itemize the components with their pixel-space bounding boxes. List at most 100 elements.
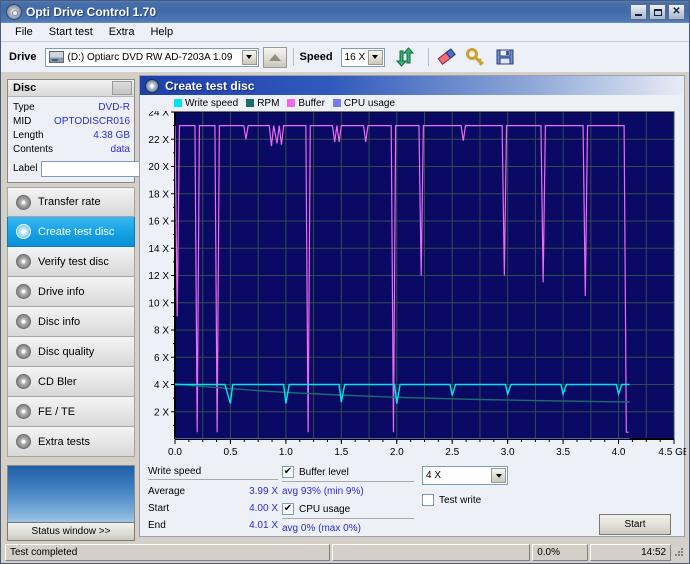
stat-key: Start: [148, 503, 170, 514]
status-preview-panel: [7, 465, 135, 530]
svg-text:2 X: 2 X: [154, 407, 169, 418]
progress-percent: 0.0%: [532, 543, 588, 561]
svg-text:16 X: 16 X: [148, 217, 169, 228]
disc-row-key: Length: [13, 130, 44, 141]
disc-icon: [16, 314, 31, 329]
drive-select-value: (D:) Optiarc DVD RW AD-7203A 1.09: [67, 51, 233, 63]
menu-item-help[interactable]: Help: [142, 24, 181, 40]
sidebar-item-label: Transfer rate: [38, 196, 101, 208]
key-button[interactable]: [464, 46, 489, 69]
sidebar-item-cd-bler[interactable]: CD Bler: [7, 367, 135, 397]
chevron-down-icon[interactable]: [491, 468, 506, 483]
start-button[interactable]: Start: [599, 514, 671, 535]
disc-icon: [16, 404, 31, 419]
maximize-icon: [653, 8, 662, 16]
stat-key: Average: [148, 486, 186, 497]
sidebar-item-label: Extra tests: [38, 435, 90, 448]
cpu-usage-checkbox[interactable]: ✔ CPU usage: [282, 503, 414, 515]
menu-bar: File Start test Extra Help: [1, 23, 689, 42]
legend-label: Write speed: [185, 97, 239, 109]
chevron-down-icon[interactable]: [241, 49, 257, 65]
window-title: Opti Drive Control 1.70: [26, 5, 157, 19]
maximize-button[interactable]: [649, 4, 666, 20]
speed-select-value: 16 X: [344, 51, 366, 63]
stat-row-end: End 4.01 X: [148, 520, 278, 531]
speed-select[interactable]: 16 X: [340, 47, 385, 67]
menu-item-start-test[interactable]: Start test: [41, 24, 101, 40]
menu-item-file[interactable]: File: [7, 24, 41, 40]
cd-disc-icon: [6, 4, 22, 20]
content-header: Create test disc: [140, 76, 684, 95]
disc-icon: [16, 374, 31, 389]
svg-text:3.5: 3.5: [556, 447, 570, 458]
sidebar-item-create-test-disc[interactable]: Create test disc: [7, 217, 135, 247]
minimize-button[interactable]: [630, 4, 647, 20]
disc-row-contents: Contents data: [13, 143, 130, 157]
refresh-button[interactable]: [393, 46, 418, 69]
drive-select[interactable]: (D:) Optiarc DVD RW AD-7203A 1.09: [44, 47, 259, 67]
svg-text:10 X: 10 X: [148, 298, 169, 309]
save-button[interactable]: [493, 46, 518, 69]
disc-icon: [16, 434, 31, 449]
legend-label: RPM: [257, 97, 280, 109]
svg-text:22 X: 22 X: [148, 135, 169, 146]
sidebar-item-verify-test-disc[interactable]: Verify test disc: [7, 247, 135, 277]
legend-label: Buffer: [298, 97, 325, 109]
chevron-down-icon[interactable]: [367, 49, 383, 65]
svg-text:2.5: 2.5: [445, 447, 459, 458]
sidebar-item-extra-tests[interactable]: Extra tests: [7, 427, 135, 457]
resize-grip-icon[interactable]: [673, 546, 685, 558]
test-write-label: Test write: [439, 494, 482, 506]
disc-row-value: data: [110, 144, 130, 155]
svg-text:6 X: 6 X: [154, 353, 169, 364]
test-write-checkbox[interactable]: Test write: [422, 494, 677, 506]
results-panel: Write speed Average 3.99 X Start 4.00 X …: [140, 466, 684, 536]
sidebar-item-drive-info[interactable]: Drive info: [7, 277, 135, 307]
write-speed-select[interactable]: 4 X: [422, 466, 508, 485]
sidebar-item-label: FE / TE: [38, 405, 76, 418]
svg-text:3.0: 3.0: [501, 447, 515, 458]
svg-text:4.0: 4.0: [612, 447, 626, 458]
disc-icon: [16, 344, 31, 359]
buffer-level-checkbox[interactable]: ✔ Buffer level: [282, 466, 414, 478]
legend-swatch: [246, 99, 255, 107]
disc-row-type: Type DVD-R: [13, 101, 130, 115]
legend-swatch: [332, 99, 341, 107]
disc-panel-header: Disc: [8, 80, 134, 97]
sidebar-item-label: CD Bler: [38, 375, 77, 388]
disc-icon: [16, 254, 31, 269]
svg-text:4.5 GB: 4.5 GB: [658, 447, 686, 458]
toolbar: Drive (D:) Optiarc DVD RW AD-7203A 1.09 …: [1, 42, 689, 72]
toolbar-divider: [292, 48, 294, 66]
erase-button[interactable]: [435, 46, 460, 69]
legend-item-cpu-usage: CPU usage: [332, 98, 395, 109]
cpu-usage-note: avg 0% (max 0%): [282, 523, 361, 534]
eject-button[interactable]: [262, 46, 287, 68]
checkbox-box: [422, 494, 434, 506]
sidebar-item-label: Disc quality: [38, 345, 95, 358]
sidebar-item-label: Verify test disc: [38, 255, 109, 268]
cpu-usage-label: CPU usage: [299, 503, 351, 515]
disc-label-key: Label: [13, 163, 38, 174]
disc-icon: [16, 224, 31, 239]
sidebar-item-disc-quality[interactable]: Disc quality: [7, 337, 135, 367]
checkbox-box: ✔: [282, 503, 294, 515]
stat-value: 3.99 X: [249, 486, 278, 497]
disc-row-key: MID: [13, 116, 32, 127]
sidebar-item-transfer-rate[interactable]: Transfer rate: [7, 187, 135, 217]
svg-text:12 X: 12 X: [148, 271, 169, 282]
disc-row-value: DVD-R: [98, 102, 130, 113]
progress-bar: [332, 543, 531, 561]
status-window-button[interactable]: Status window >>: [7, 522, 135, 541]
key-icon: [466, 48, 484, 66]
close-button[interactable]: ✕: [668, 4, 685, 20]
menu-item-extra[interactable]: Extra: [101, 24, 143, 40]
svg-text:4 X: 4 X: [154, 380, 169, 391]
sidebar-item-fe-te[interactable]: FE / TE: [7, 397, 135, 427]
write-speed-select-value: 4 X: [426, 470, 442, 481]
disc-row-mid: MID OPTODISCR016: [13, 115, 130, 129]
svg-text:1.0: 1.0: [279, 447, 293, 458]
disc-panel-button[interactable]: [112, 81, 132, 95]
sidebar-item-label: Disc info: [38, 315, 81, 328]
sidebar-item-disc-info[interactable]: Disc info: [7, 307, 135, 337]
